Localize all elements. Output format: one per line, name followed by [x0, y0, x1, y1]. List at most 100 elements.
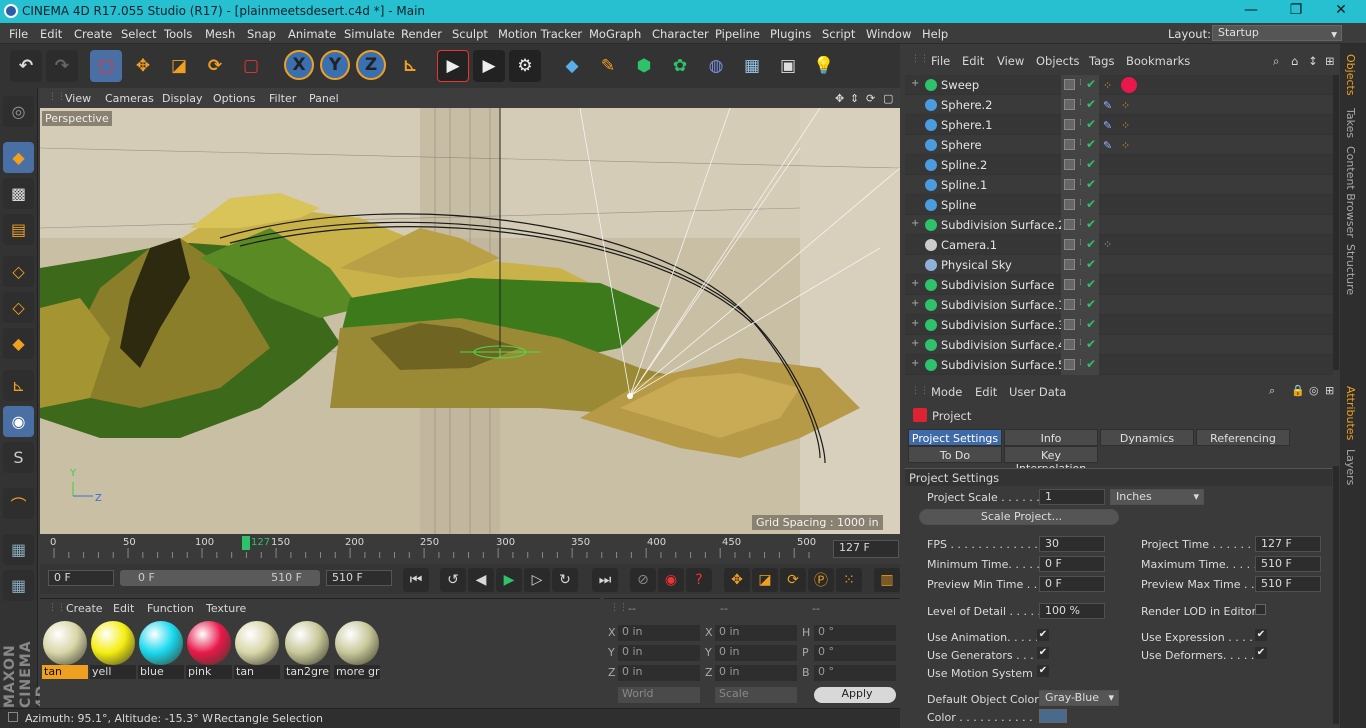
menu-plugins[interactable]: Plugins [770, 27, 811, 41]
expand-icon[interactable]: + [911, 318, 919, 329]
object-name[interactable]: Spline.2 [941, 158, 987, 172]
use-motion-system-checkbox[interactable]: ✔ [1037, 665, 1049, 677]
default-object-color-select[interactable]: Gray-Blue ▾ [1039, 690, 1119, 706]
expand-icon[interactable]: + [911, 218, 919, 229]
layout-select[interactable]: Startup ▾ [1212, 25, 1342, 41]
visibility-flags[interactable]: ⁞ ✔ [1061, 315, 1099, 335]
object-scrollbar[interactable] [1333, 75, 1339, 370]
material-menu-texture[interactable]: Texture [206, 602, 246, 615]
tag-cell[interactable]: ✎ ⁘ [1099, 95, 1139, 115]
visibility-flags[interactable]: ⁞ ✔ [1061, 235, 1099, 255]
object-row[interactable]: + Subdivision Surface.3 ⁞ ✔ [905, 315, 1333, 335]
expand-icon[interactable]: + [911, 358, 919, 369]
side-tab-attributes[interactable]: Attributes [1344, 386, 1357, 440]
cube-icon[interactable]: ◆ [556, 50, 588, 82]
object-name[interactable]: Sphere.1 [941, 118, 993, 132]
obj-menu-edit[interactable]: Edit [962, 54, 984, 68]
arrow-icon[interactable]: ↕ [1308, 54, 1318, 68]
viewport-menu-filter[interactable]: Filter [269, 92, 296, 105]
obj-menu-tags[interactable]: Tags [1089, 54, 1114, 68]
object-row[interactable]: + Subdivision Surface.1 ⁞ ✔ [905, 295, 1333, 315]
object-name[interactable]: Camera.1 [941, 238, 997, 252]
menu-edit[interactable]: Edit [40, 27, 62, 41]
visibility-flags[interactable]: ⁞ ✔ [1061, 255, 1099, 275]
render-lod-checkbox[interactable] [1255, 604, 1266, 615]
tag-cell[interactable] [1099, 175, 1139, 195]
material-menu-function[interactable]: Function [147, 602, 194, 615]
use-expression-checkbox[interactable]: ✔ [1255, 629, 1267, 641]
object-name[interactable]: Subdivision Surface.4 [941, 338, 1065, 352]
side-tab-takes[interactable]: Takes [1344, 108, 1357, 138]
expand-icon[interactable]: + [911, 338, 919, 349]
object-row[interactable]: Spline.2 ⁞ ✔ [905, 155, 1333, 175]
menu-mesh[interactable]: Mesh [205, 27, 235, 41]
x-axis-icon[interactable]: X [284, 50, 314, 80]
viewport-zoom-icon[interactable]: ⇕ [850, 92, 859, 105]
record-position-icon[interactable]: ✥ [724, 568, 750, 592]
record-active-icon[interactable]: ⊘ [630, 568, 656, 592]
tag-cell[interactable] [1099, 315, 1139, 335]
tag-cell[interactable]: ✎ ⁘ [1099, 135, 1139, 155]
object-row[interactable]: Spline.1 ⁞ ✔ [905, 175, 1333, 195]
preview-max-field[interactable]: 510 F [1255, 576, 1321, 592]
color-swatch[interactable] [1039, 709, 1067, 723]
object-name[interactable]: Spline [941, 198, 976, 212]
visibility-flags[interactable]: ⁞ ✔ [1061, 195, 1099, 215]
max-time-field[interactable]: 510 F [1255, 556, 1321, 572]
next-frame-icon[interactable]: ▷ [524, 568, 550, 592]
tag-cell[interactable] [1099, 335, 1139, 355]
floor-icon[interactable]: ▦ [736, 50, 768, 82]
render-picture-viewer-icon[interactable]: ▶ [473, 50, 505, 82]
deformer-icon[interactable]: ◍ [700, 50, 732, 82]
object-row[interactable]: + Sweep ⁞ ✔ ⁘ [905, 75, 1333, 95]
snapping-icon[interactable]: S [3, 442, 34, 473]
object-row[interactable]: Sphere ⁞ ✔ ✎ ⁘ [905, 135, 1333, 155]
object-name[interactable]: Physical Sky [941, 258, 1012, 272]
tag-cell[interactable] [1099, 295, 1139, 315]
viewport-menu-view[interactable]: View [65, 92, 91, 105]
material-pink[interactable]: pink [186, 621, 232, 679]
coord-rot-p-field[interactable]: 0 ° [814, 645, 896, 661]
record-parameter-icon[interactable]: Ⓟ [808, 568, 834, 592]
planar-workplane-icon[interactable]: ▦ [3, 570, 34, 601]
tag-cell[interactable] [1099, 155, 1139, 175]
menu-create[interactable]: Create [74, 27, 112, 41]
target-icon[interactable]: ◎ [1309, 384, 1319, 397]
coordinate-space-select[interactable]: World [618, 687, 700, 703]
viewport-move-icon[interactable]: ✥ [835, 92, 844, 105]
object-name[interactable]: Subdivision Surface.1 [941, 298, 1065, 312]
redo-icon[interactable]: ↷ [46, 50, 78, 82]
coord-size-z-field[interactable]: 0 in [715, 665, 797, 681]
axis-mode-icon[interactable]: ⊾ [3, 370, 34, 401]
tab-dynamics[interactable]: Dynamics [1100, 429, 1194, 446]
recent-tool-icon[interactable]: ▢ [235, 50, 267, 82]
timeline-window-icon[interactable]: ▥ [874, 568, 900, 592]
visibility-flags[interactable]: ⁞ ✔ [1061, 175, 1099, 195]
search-icon[interactable]: ⌕ [1269, 384, 1275, 398]
record-scale-icon[interactable]: ◪ [752, 568, 778, 592]
menu-pipeline[interactable]: Pipeline [715, 27, 760, 41]
use-deformers-checkbox[interactable]: ✔ [1255, 647, 1267, 659]
tag-cell[interactable] [1099, 355, 1139, 375]
current-frame-field[interactable]: 127 F [833, 540, 899, 558]
previous-key-icon[interactable]: ↺ [440, 568, 466, 592]
pen-icon[interactable]: ✎ [592, 50, 624, 82]
new-panel-icon[interactable]: ⊞ [1325, 54, 1335, 68]
polygons-mode-icon[interactable]: ◆ [3, 328, 34, 359]
viewport-menu-cameras[interactable]: Cameras [105, 92, 154, 105]
visibility-flags[interactable]: ⁞ ✔ [1061, 155, 1099, 175]
expand-icon[interactable]: + [911, 78, 919, 89]
material-blue[interactable]: blue [138, 621, 184, 679]
record-pla-icon[interactable]: ⁙ [836, 568, 862, 592]
tag-cell[interactable] [1099, 195, 1139, 215]
project-time-field[interactable]: 127 F [1255, 536, 1321, 552]
menu-simulate[interactable]: Simulate [344, 27, 395, 41]
scale-project-button[interactable]: Scale Project... [919, 509, 1119, 525]
array-icon[interactable]: ✿ [664, 50, 696, 82]
make-editable-icon[interactable]: ◎ [3, 96, 34, 127]
material-menu-create[interactable]: Create [66, 602, 103, 615]
move-icon[interactable]: ✥ [127, 50, 159, 82]
project-scale-field[interactable]: 1 [1039, 489, 1105, 505]
fps-field[interactable]: 30 [1039, 536, 1105, 552]
side-tab-objects[interactable]: Objects [1344, 54, 1357, 96]
